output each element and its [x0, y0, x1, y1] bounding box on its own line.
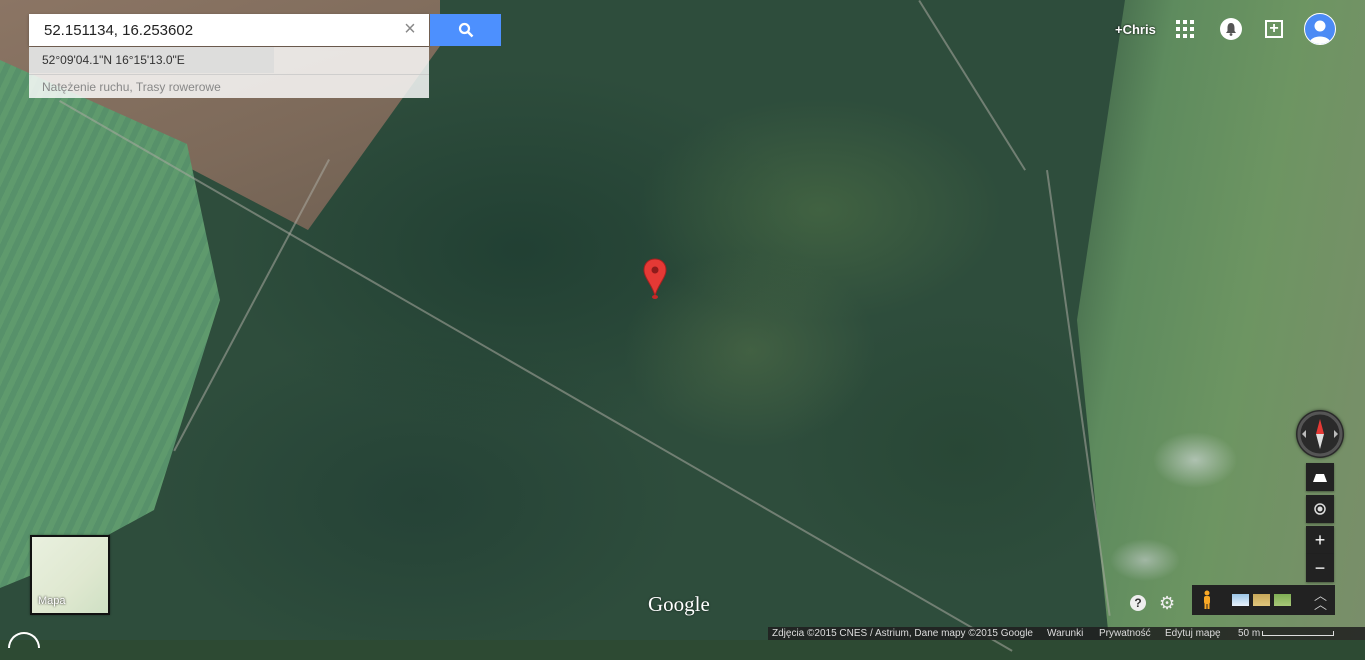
- search-button[interactable]: [430, 14, 501, 46]
- layer-thumbnail-satellite[interactable]: [1274, 594, 1291, 606]
- search-icon: [458, 22, 473, 38]
- add-icon[interactable]: +: [1265, 20, 1283, 38]
- edit-map-link[interactable]: Edytuj mapę: [1165, 627, 1221, 640]
- attribution-text: Zdjęcia ©2015 CNES / Astrium, Dane mapy …: [772, 628, 1033, 639]
- layer-thumbnail-terrain[interactable]: [1253, 594, 1270, 606]
- tilt-icon: [1313, 474, 1327, 482]
- pegman-icon[interactable]: [1202, 590, 1212, 610]
- search-input[interactable]: [42, 20, 396, 40]
- scale-label[interactable]: 50 m: [1238, 627, 1260, 640]
- layers-suggestion[interactable]: Natężenie ruchu, Trasy rowerowe: [29, 74, 429, 98]
- zoom-out-button[interactable]: −: [1306, 554, 1334, 582]
- scale-bar: [1262, 631, 1334, 636]
- gear-icon[interactable]: ⚙: [1159, 594, 1177, 612]
- close-icon[interactable]: ×: [401, 19, 419, 39]
- minimap-toggle[interactable]: Mapa: [30, 535, 110, 615]
- road: [918, 0, 1026, 171]
- google-logo: Google: [648, 592, 710, 616]
- chevron-up-icon[interactable]: ︿ ︿: [1314, 589, 1327, 611]
- my-location-button[interactable]: [1306, 495, 1334, 523]
- layer-thumbnail-earth[interactable]: [1232, 594, 1249, 606]
- road: [59, 100, 1013, 652]
- tilt-button[interactable]: [1306, 463, 1334, 491]
- apps-grid-icon[interactable]: [1176, 20, 1194, 38]
- avatar[interactable]: [1304, 13, 1336, 45]
- location-pin-icon[interactable]: [643, 258, 667, 300]
- search-suggestions: 52°09'04.1"N 16°15'13.0"E Natężenie ruch…: [29, 47, 429, 98]
- compass-control[interactable]: [1296, 410, 1344, 458]
- map-footer: Zdjęcia ©2015 CNES / Astrium, Dane mapy …: [768, 627, 1365, 640]
- bell-icon[interactable]: [1220, 18, 1242, 40]
- terms-link[interactable]: Warunki: [1047, 627, 1083, 640]
- coordinates-suggestion[interactable]: 52°09'04.1"N 16°15'13.0"E: [29, 47, 274, 73]
- my-location-icon: [1314, 503, 1326, 515]
- search-box[interactable]: ×: [29, 14, 429, 46]
- privacy-link[interactable]: Prywatność: [1099, 627, 1151, 640]
- zoom-in-button[interactable]: +: [1306, 526, 1334, 554]
- layers-panel: ︿ ︿: [1192, 585, 1335, 615]
- user-name-link[interactable]: +Chris: [1115, 22, 1156, 37]
- help-icon[interactable]: ?: [1130, 595, 1146, 611]
- minimap-label: Mapa: [38, 595, 66, 607]
